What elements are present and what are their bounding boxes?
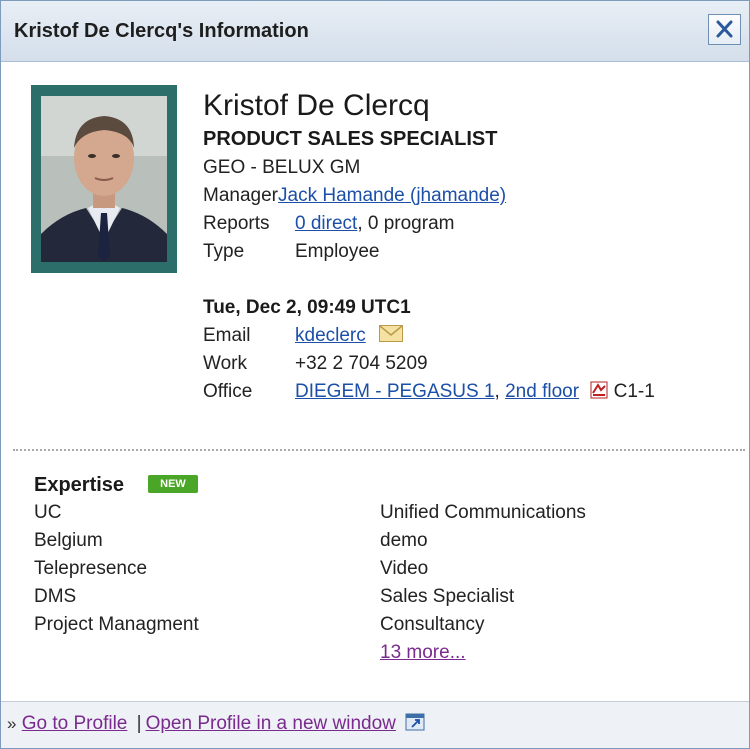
list-item: Video — [380, 558, 429, 579]
photo-frame — [31, 85, 177, 273]
close-icon — [716, 20, 733, 38]
email-row: Email kdeclerc — [203, 325, 404, 347]
office-comma: , — [494, 381, 500, 402]
new-badge: NEW — [148, 475, 198, 493]
expertise-heading: Expertise — [34, 474, 125, 496]
open-new-window-link[interactable]: Open Profile in a new window — [146, 713, 396, 734]
list-item: Telepresence — [34, 558, 148, 579]
email-link[interactable]: kdeclerc — [295, 325, 366, 346]
list-item: Belgium — [34, 530, 103, 551]
local-time: Tue, Dec 2, 09:49 UTC1 — [203, 297, 411, 318]
type-value: Employee — [295, 241, 380, 262]
manager-link[interactable]: Jack Hamande (jhamande) — [278, 185, 506, 206]
work-label: Work — [203, 353, 247, 374]
reports-row: Reports 0 direct, 0 program — [203, 213, 454, 235]
person-name: Kristof De Clercq — [203, 89, 430, 122]
work-row: Work +32 2 704 5209 — [203, 353, 428, 375]
list-item: Consultancy — [380, 614, 485, 635]
list-item: DMS — [34, 586, 77, 607]
expertise-right-column: Unified Communications demo Video Sales … — [380, 499, 586, 667]
close-button[interactable] — [708, 14, 741, 45]
more-expertise-link[interactable]: 13 more... — [380, 642, 466, 663]
email-label: Email — [203, 325, 251, 346]
footer-bar: » Go to Profile | Open Profile in a new w… — [1, 701, 749, 748]
envelope-icon[interactable] — [379, 325, 404, 342]
type-label: Type — [203, 241, 245, 262]
office-room: C1-1 — [613, 381, 655, 402]
program-reports: , 0 program — [357, 213, 455, 234]
footer-separator: | — [136, 713, 142, 734]
avatar — [41, 96, 167, 262]
list-item: Unified Communications — [380, 502, 586, 523]
expertise-left-column: UC Belgium Telepresence DMS Project Mana… — [34, 499, 199, 639]
direct-reports-link[interactable]: 0 direct — [295, 213, 357, 234]
list-item: Project Managment — [34, 614, 199, 635]
office-row: Office DIEGEM - PEGASUS 1, 2nd floor C1-… — [203, 381, 655, 403]
floor-plan-icon[interactable] — [590, 381, 608, 399]
manager-row: ManagerJack Hamande (jhamande) — [203, 185, 506, 207]
reports-label: Reports — [203, 213, 270, 234]
office-building-link[interactable]: DIEGEM - PEGASUS 1 — [295, 381, 495, 402]
window-title: Kristof De Clercq's Information — [14, 20, 309, 42]
list-item: Sales Specialist — [380, 586, 515, 607]
job-title: PRODUCT SALES SPECIALIST — [203, 128, 498, 150]
list-item: demo — [380, 530, 428, 551]
title-bar: Kristof De Clercq's Information — [1, 1, 749, 62]
go-to-profile-link[interactable]: Go to Profile — [22, 713, 128, 734]
profile-popup: Kristof De Clercq's Information Kristof … — [0, 0, 750, 749]
organization: GEO - BELUX GM — [203, 157, 361, 178]
manager-label: Manager — [203, 185, 278, 206]
section-divider — [13, 449, 745, 451]
double-arrow-icon: » — [7, 714, 17, 733]
list-item: UC — [34, 502, 62, 523]
external-window-icon[interactable] — [405, 713, 425, 731]
office-label: Office — [203, 381, 253, 402]
type-row: Type Employee — [203, 241, 380, 263]
office-floor-link[interactable]: 2nd floor — [505, 381, 579, 402]
work-phone: +32 2 704 5209 — [295, 353, 428, 374]
